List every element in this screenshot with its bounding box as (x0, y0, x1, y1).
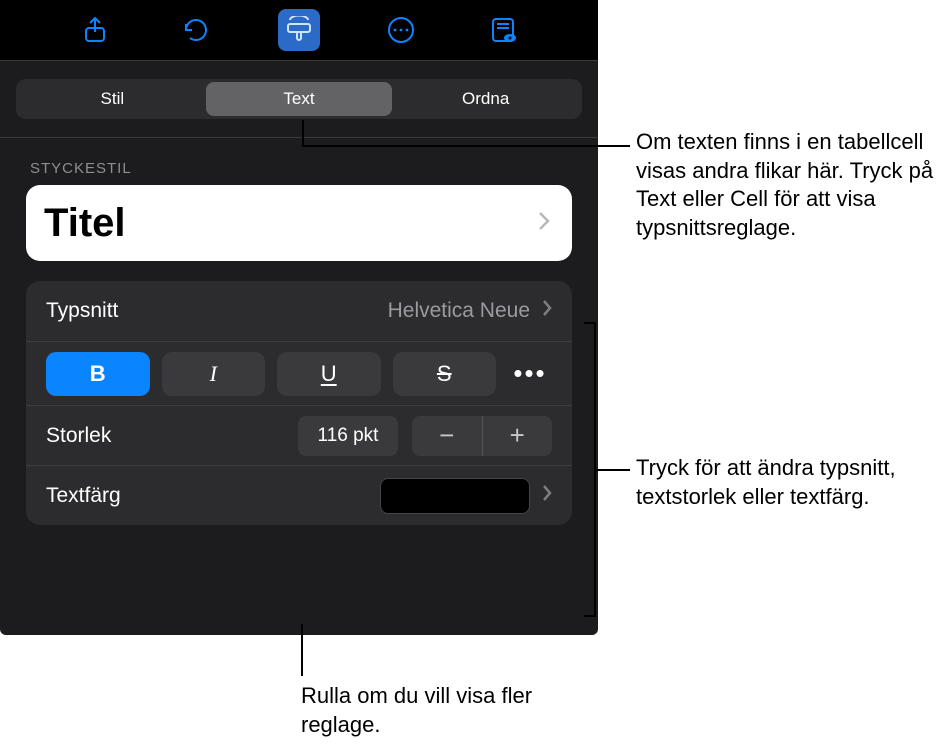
format-panel: Stil Text Ordna STYCKESTIL Titel Typsnit… (0, 0, 598, 635)
strikethrough-button[interactable]: S (393, 352, 497, 396)
callout-leader (302, 120, 304, 145)
increase-size-button[interactable]: + (482, 416, 553, 456)
divider (0, 60, 598, 61)
tab-label: Ordna (462, 89, 509, 109)
font-name-value: Helvetica Neue (388, 299, 530, 323)
paragraph-style-row[interactable]: Titel (26, 185, 572, 261)
tab-stil[interactable]: Stil (19, 82, 206, 116)
tab-label: Text (283, 89, 314, 109)
italic-label: I (210, 361, 217, 387)
callout-tabs: Om texten finns i en tabellcell visas an… (636, 128, 936, 242)
callout-bracket (584, 322, 596, 617)
more-button[interactable] (380, 9, 422, 51)
italic-button[interactable]: I (162, 352, 266, 396)
text-color-swatch (380, 478, 530, 514)
callout-leader (301, 624, 303, 676)
row-label: Textfärg (46, 484, 121, 508)
ellipsis-icon: ••• (513, 358, 546, 389)
font-size-value: 116 pkt (318, 425, 379, 447)
more-circle-icon (386, 15, 416, 45)
callout-scroll: Rulla om du vill visa fler reglage. (301, 682, 561, 739)
view-eye-icon (488, 15, 518, 45)
minus-icon: − (439, 420, 454, 451)
tab-ordna[interactable]: Ordna (392, 82, 579, 116)
row-label: Storlek (46, 424, 284, 448)
share-button[interactable] (74, 9, 116, 51)
callout-leader (596, 469, 630, 471)
font-size-stepper: − + (412, 416, 552, 456)
font-size-field[interactable]: 116 pkt (298, 416, 398, 456)
callout-font-controls: Tryck för att ändra typsnitt, textstorle… (636, 454, 926, 511)
bold-label: B (90, 361, 106, 387)
chevron-right-icon (538, 211, 550, 236)
tab-label: Stil (101, 89, 125, 109)
tab-text[interactable]: Text (206, 82, 393, 116)
view-button[interactable] (482, 9, 524, 51)
row-label: Typsnitt (46, 299, 118, 323)
paragraph-style-title: Titel (44, 201, 126, 246)
undo-button[interactable] (176, 9, 218, 51)
chevron-right-icon (542, 299, 552, 323)
more-text-options-button[interactable]: ••• (508, 352, 552, 396)
decrease-size-button[interactable]: − (412, 416, 482, 456)
chevron-right-icon (542, 484, 552, 508)
font-settings-card: Typsnitt Helvetica Neue B I U S ••• (26, 281, 572, 525)
text-style-buttons: B I U S ••• (26, 341, 572, 405)
callout-leader (302, 145, 630, 147)
format-tabs: Stil Text Ordna (16, 79, 582, 119)
underline-button[interactable]: U (277, 352, 381, 396)
section-label-styckestil: STYCKESTIL (30, 160, 568, 177)
underline-label: U (321, 361, 337, 387)
undo-icon (182, 16, 212, 44)
bold-button[interactable]: B (46, 352, 150, 396)
format-brush-icon (284, 16, 314, 44)
format-button[interactable] (278, 9, 320, 51)
share-icon (83, 16, 107, 44)
plus-icon: + (510, 420, 525, 451)
font-row[interactable]: Typsnitt Helvetica Neue (26, 281, 572, 341)
text-color-row[interactable]: Textfärg (26, 465, 572, 525)
divider (0, 137, 598, 138)
app-toolbar (0, 0, 598, 60)
strikethrough-label: S (437, 361, 452, 387)
size-row: Storlek 116 pkt − + (26, 405, 572, 465)
